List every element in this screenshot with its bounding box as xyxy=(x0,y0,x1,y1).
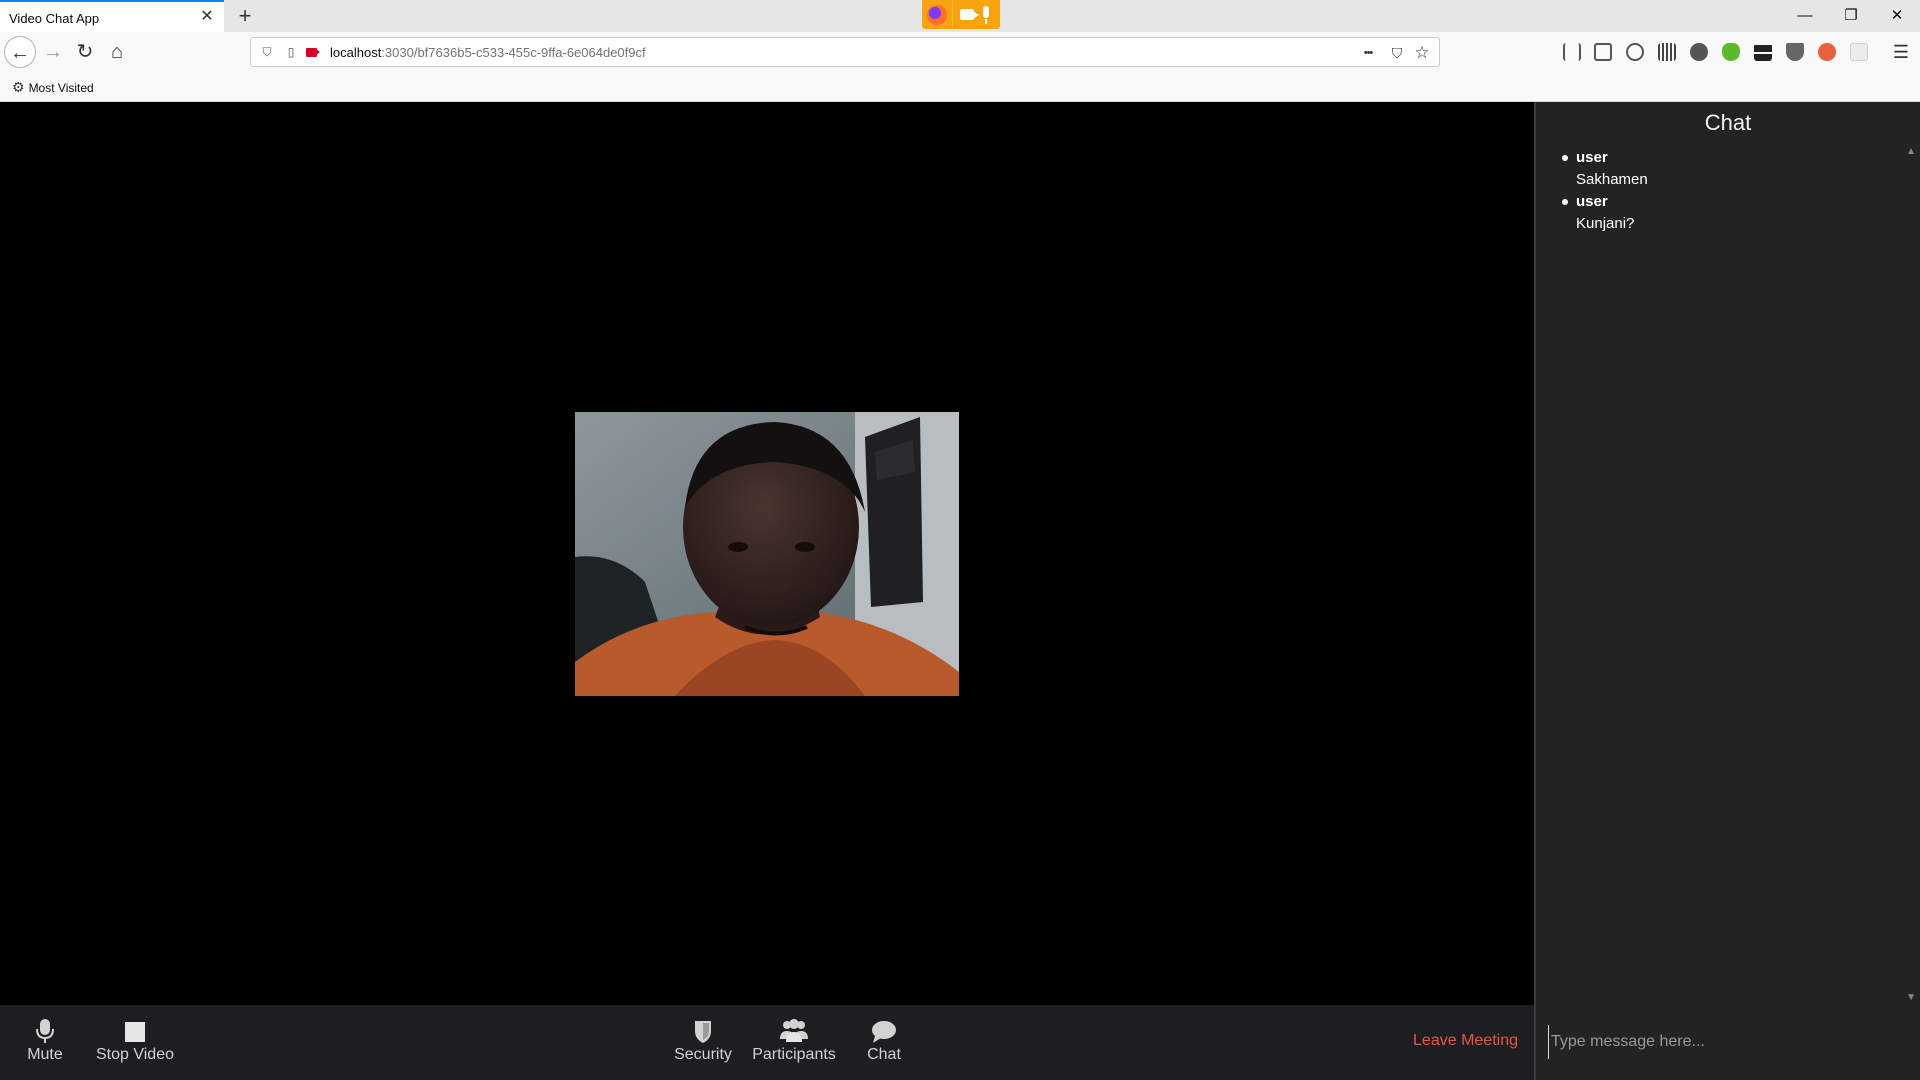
tab-close-icon[interactable]: ✕ xyxy=(198,8,216,26)
participants-label: Participants xyxy=(752,1046,836,1063)
shield-icon xyxy=(672,1015,734,1045)
pocket-icon[interactable]: ⛉ xyxy=(1386,43,1408,63)
chat-input-area xyxy=(1536,1005,1920,1080)
security-button[interactable]: Security xyxy=(672,1015,734,1071)
extension-grid-icon[interactable] xyxy=(1754,43,1772,61)
chat-message-user: user xyxy=(1576,149,1608,166)
bookmark-star-icon[interactable]: ☆ xyxy=(1411,43,1433,63)
page-info-icon[interactable]: ▯ xyxy=(283,44,299,60)
participant-video-frame xyxy=(575,412,959,696)
stop-video-label: Stop Video xyxy=(96,1046,174,1063)
url-host: localhost xyxy=(330,45,382,60)
mute-label: Mute xyxy=(27,1046,63,1063)
new-tab-button[interactable]: + xyxy=(232,3,258,29)
mute-button[interactable]: Mute xyxy=(22,1015,68,1071)
close-window-button[interactable]: ✕ xyxy=(1874,0,1920,32)
gear-icon: ⚙ xyxy=(12,79,25,95)
back-button[interactable]: ← xyxy=(4,36,36,68)
microphone-icon xyxy=(22,1015,68,1045)
chat-message-text: Sakhamen xyxy=(1576,171,1648,188)
reload-button[interactable]: ↻ xyxy=(69,36,101,68)
menu-icon[interactable]: ☰ xyxy=(1885,36,1917,68)
bookmark-label: Most Visited xyxy=(28,81,94,95)
browser-tab[interactable]: Video Chat App ✕ xyxy=(0,0,224,32)
video-stop-icon xyxy=(92,1015,178,1045)
extension-placeholder-icon[interactable] xyxy=(1850,43,1868,61)
url-text[interactable]: localhost:3030/bf7636b5-c533-455c-9ffa-6… xyxy=(330,45,646,60)
meeting-controls: Mute Stop Video Security Participants Ch… xyxy=(0,1005,1534,1080)
scroll-up-icon[interactable]: ▲ xyxy=(1906,146,1916,157)
video-chat-app: Mute Stop Video Security Participants Ch… xyxy=(0,102,1920,1080)
navigation-toolbar: ← → ↻ ⌂ ⛉ ▯ localhost:3030/bf7636b5-c533… xyxy=(0,32,1920,72)
bookmark-most-visited[interactable]: ⚙ Most Visited xyxy=(12,79,94,96)
speech-bubble-icon xyxy=(862,1015,906,1045)
forward-button[interactable]: → xyxy=(37,36,69,68)
scroll-down-icon[interactable]: ▼ xyxy=(1906,992,1916,1003)
chat-toggle-button[interactable]: Chat xyxy=(862,1015,906,1071)
media-sharing-indicator[interactable] xyxy=(922,0,1000,29)
tab-title: Video Chat App xyxy=(9,11,100,26)
participant-video xyxy=(575,412,959,696)
chat-title: Chat xyxy=(1704,110,1752,135)
sidebar-icon[interactable] xyxy=(1594,43,1612,61)
page-actions-icon[interactable]: ••• xyxy=(1357,43,1379,63)
extension-duckduckgo-icon[interactable] xyxy=(1818,43,1836,61)
home-button[interactable]: ⌂ xyxy=(101,36,133,68)
extension-barcode-icon[interactable] xyxy=(1658,43,1676,61)
library-icon[interactable] xyxy=(1563,43,1581,61)
chat-label: Chat xyxy=(867,1046,901,1063)
indicator-divider xyxy=(952,0,953,29)
microphone-sharing-icon xyxy=(983,6,989,24)
participants-button[interactable]: Participants xyxy=(752,1015,836,1071)
chat-message: user Kunjani? xyxy=(1562,192,1882,236)
extension-shield-icon[interactable] xyxy=(1786,43,1804,61)
extension-mask-icon[interactable] xyxy=(1690,43,1708,61)
security-label: Security xyxy=(674,1046,732,1063)
account-icon[interactable] xyxy=(1626,43,1644,61)
address-bar[interactable]: ⛉ ▯ localhost:3030/bf7636b5-c533-455c-9f… xyxy=(250,37,1440,67)
extension-download-icon[interactable] xyxy=(1722,43,1740,61)
chat-messages[interactable]: user Sakhamen user Kunjani? xyxy=(1562,148,1882,236)
meeting-main: Mute Stop Video Security Participants Ch… xyxy=(0,102,1534,1080)
chat-message-text: Kunjani? xyxy=(1576,215,1635,232)
chat-panel: Chat ▲ user Sakhamen user Kunjani? ▼ xyxy=(1534,102,1920,1080)
camera-sharing-icon xyxy=(960,9,979,20)
people-icon xyxy=(752,1015,836,1045)
camera-permission-icon[interactable] xyxy=(306,48,320,57)
stop-video-button[interactable]: Stop Video xyxy=(92,1015,178,1071)
minimize-button[interactable]: — xyxy=(1782,0,1828,32)
tab-bar: Video Chat App ✕ + — ❐ ✕ xyxy=(0,0,1920,32)
restore-button[interactable]: ❐ xyxy=(1828,0,1874,32)
tracking-shield-icon[interactable]: ⛉ xyxy=(259,44,275,60)
chat-message: user Sakhamen xyxy=(1562,148,1882,192)
video-grid xyxy=(0,102,1534,1005)
firefox-icon xyxy=(927,5,947,25)
bookmarks-toolbar: ⚙ Most Visited xyxy=(0,72,1920,102)
chat-message-input[interactable] xyxy=(1548,1025,1908,1059)
leave-meeting-button[interactable]: Leave Meeting xyxy=(1413,1032,1518,1050)
url-path: :3030/bf7636b5-c533-455c-9ffa-6e064de0f9… xyxy=(381,45,646,60)
chat-message-user: user xyxy=(1576,193,1608,210)
